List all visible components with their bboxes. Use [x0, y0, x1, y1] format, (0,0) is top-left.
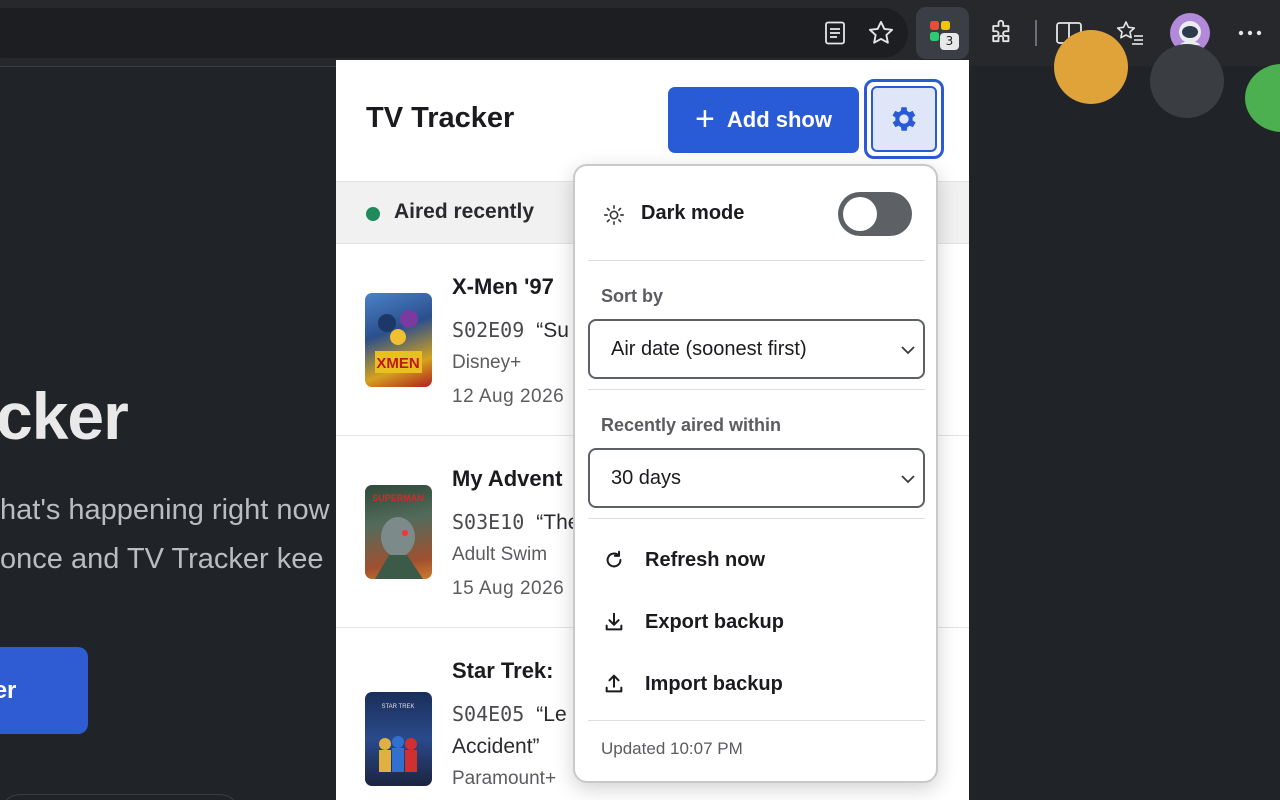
- export-backup-button[interactable]: Export backup: [601, 609, 784, 635]
- background-divider: [0, 66, 336, 67]
- episode-title-continued: Accident”: [452, 735, 540, 758]
- episode-title: “Su: [536, 319, 569, 342]
- sort-by-value: Air date (soonest first): [611, 338, 807, 360]
- show-title: X-Men '97: [452, 274, 554, 299]
- more-options-icon[interactable]: [1230, 13, 1270, 53]
- import-backup-button[interactable]: Import backup: [601, 671, 783, 697]
- background-cta-button[interactable]: cker: [0, 647, 88, 734]
- show-air-date: 15 Aug 2026: [452, 578, 565, 599]
- aired-recently-label: Aired recently: [394, 200, 535, 223]
- svg-text:SUPERMAN: SUPERMAN: [372, 493, 424, 503]
- show-poster-image: STAR TREK: [365, 692, 432, 786]
- recently-aired-select[interactable]: 30 days: [588, 448, 925, 508]
- popup-title: TV Tracker: [366, 102, 515, 134]
- dark-mode-row[interactable]: Dark mode: [575, 166, 936, 260]
- download-icon: [601, 609, 627, 635]
- menu-divider: [588, 260, 925, 261]
- add-show-label: Add show: [726, 107, 832, 132]
- background-orange-circle: [1054, 30, 1128, 104]
- show-network: Adult Swim: [452, 544, 548, 565]
- show-network: Paramount+: [452, 768, 557, 789]
- show-poster-image: XMEN: [365, 293, 432, 387]
- dark-mode-label: Dark mode: [641, 202, 745, 224]
- background-subtitle-line1: hat's happening right now: [0, 494, 330, 526]
- svg-text:STAR TREK: STAR TREK: [381, 704, 414, 710]
- episode-title: “Le: [536, 703, 567, 726]
- show-episode-continued: Accident”: [452, 734, 540, 759]
- extension-badge: 3: [940, 33, 959, 50]
- refresh-icon: [601, 547, 627, 573]
- add-show-button[interactable]: + Add show: [668, 87, 859, 153]
- upload-icon: [601, 671, 627, 697]
- svg-text:XMEN: XMEN: [376, 355, 419, 372]
- show-title: Star Trek:: [452, 658, 554, 683]
- toolbar-separator: [1035, 20, 1037, 46]
- show-air-date: 12 Aug 2026: [452, 386, 565, 407]
- gear-icon: [892, 107, 916, 131]
- export-backup-label: Export backup: [645, 610, 784, 633]
- settings-button-inner: [871, 86, 937, 152]
- refresh-now-button[interactable]: Refresh now: [601, 547, 765, 573]
- show-network: Disney+: [452, 352, 522, 373]
- chevron-down-icon: [901, 475, 915, 484]
- episode-code: S02E09: [452, 318, 525, 342]
- extensions-puzzle-icon[interactable]: [982, 13, 1022, 53]
- settings-menu: Dark mode Sort by Air date (soonest firs…: [573, 164, 938, 783]
- address-bar[interactable]: [0, 8, 908, 58]
- sort-by-select[interactable]: Air date (soonest first): [588, 319, 925, 379]
- episode-code: S03E10: [452, 510, 525, 534]
- show-title: My Advent: [452, 466, 563, 491]
- chevron-down-icon: [901, 346, 915, 355]
- toggle-knob: [843, 197, 877, 231]
- menu-divider: [588, 518, 925, 519]
- settings-button[interactable]: [864, 79, 944, 159]
- background-gray-circle: [1150, 44, 1224, 118]
- refresh-now-label: Refresh now: [645, 548, 766, 571]
- last-updated-text: Updated 10:07 PM: [601, 739, 743, 758]
- recently-aired-label: Recently aired within: [601, 415, 782, 435]
- menu-divider: [588, 720, 925, 721]
- menu-divider: [588, 389, 925, 390]
- show-episode: S04E05 “Le: [452, 702, 567, 727]
- show-episode: S02E09 “Su: [452, 318, 569, 343]
- show-episode: S03E10 “The: [452, 510, 579, 535]
- favorite-star-icon[interactable]: [861, 13, 901, 53]
- dark-mode-toggle[interactable]: [838, 192, 912, 236]
- background-heading: cker: [0, 379, 129, 453]
- background-cta-label: cker: [0, 676, 17, 704]
- background-subtitle-line2: once and TV Tracker kee: [0, 543, 324, 575]
- reader-mode-icon[interactable]: [815, 13, 855, 53]
- sun-icon: [604, 205, 624, 225]
- sort-by-label: Sort by: [601, 286, 664, 306]
- episode-code: S04E05: [452, 702, 525, 726]
- plus-icon: +: [695, 99, 715, 138]
- import-backup-label: Import backup: [645, 672, 783, 695]
- background-outline-shape: [0, 794, 240, 800]
- status-dot: [366, 207, 380, 221]
- show-poster-image: SUPERMAN: [365, 485, 432, 579]
- recently-aired-value: 30 days: [611, 467, 682, 489]
